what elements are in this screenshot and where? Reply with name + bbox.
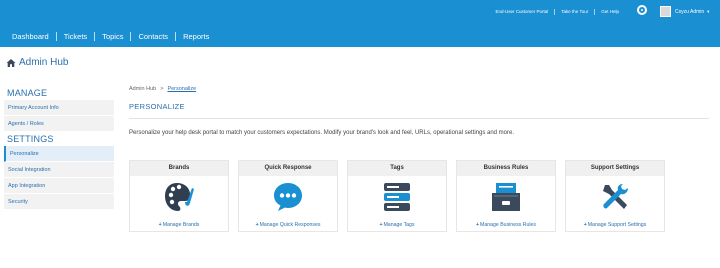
card-title: Tags — [348, 161, 446, 176]
manage-support-settings-link[interactable]: +Manage Support Settings — [566, 218, 664, 233]
get-help-link[interactable]: Get Help — [595, 9, 625, 15]
avatar — [660, 6, 671, 17]
nav-topics[interactable]: Topics — [95, 32, 132, 41]
breadcrumb: Admin Hub > Personalize — [129, 86, 709, 92]
tags-stack-icon[interactable] — [382, 181, 412, 213]
main-content: Admin Hub > Personalize PERSONALIZE Pers… — [129, 86, 709, 136]
nav-reports[interactable]: Reports — [176, 32, 216, 41]
sidebar-item-security[interactable]: Security — [4, 194, 114, 210]
card-tags: Tags +Manage Tags — [347, 160, 447, 232]
card-business-rules: Business Rules +Manage Business Rules — [456, 160, 556, 232]
sidebar-item-app-integration[interactable]: App Integration — [4, 178, 114, 194]
card-quick-response: Quick Response +Manage Quick Responses — [238, 160, 338, 232]
palette-icon[interactable] — [163, 180, 195, 214]
manage-brands-link[interactable]: +Manage Brands — [130, 218, 228, 233]
user-menu[interactable]: Csyzu Admin ▼ — [660, 6, 710, 17]
card-support-settings: Support Settings +Manage Support Setting… — [565, 160, 665, 232]
take-tour-link[interactable]: Take the Tour — [555, 9, 596, 15]
breadcrumb-current[interactable]: Personalize — [167, 86, 196, 92]
utility-links: End-User Customer Portal Take the Tour G… — [490, 6, 625, 18]
end-user-portal-link[interactable]: End-User Customer Portal — [490, 9, 556, 15]
file-cabinet-icon[interactable] — [490, 181, 522, 213]
page-title: PERSONALIZE — [129, 102, 185, 111]
nav-dashboard[interactable]: Dashboard — [6, 32, 57, 41]
sidebar-item-primary-account-info[interactable]: Primary Account Info — [4, 100, 114, 116]
manage-quick-responses-link[interactable]: +Manage Quick Responses — [239, 218, 337, 233]
settings-heading: SETTINGS — [7, 134, 54, 144]
sidebar-item-agents-roles[interactable]: Agents / Roles — [4, 116, 114, 132]
main-nav: Dashboard Tickets Topics Contacts Report… — [6, 32, 216, 41]
nav-contacts[interactable]: Contacts — [131, 32, 177, 41]
user-name: Csyzu Admin — [675, 8, 705, 15]
sidebar-item-social-integration[interactable]: Social Integration — [4, 162, 114, 178]
home-icon — [6, 58, 16, 67]
hub-title: Admin Hub — [6, 57, 68, 68]
hub-title-text: Admin Hub — [19, 57, 69, 68]
divider — [129, 118, 709, 119]
manage-heading: MANAGE — [7, 88, 48, 98]
nav-tickets[interactable]: Tickets — [57, 32, 96, 41]
card-title: Brands — [130, 161, 228, 176]
page-description: Personalize your help desk portal to mat… — [129, 130, 515, 136]
chat-bubble-icon[interactable] — [272, 181, 304, 213]
tools-icon[interactable] — [599, 181, 631, 213]
chevron-down-icon: ▼ — [706, 9, 711, 14]
sidebar: MANAGE Primary Account Info Agents / Rol… — [4, 86, 114, 210]
card-brands: Brands +Manage Brands — [129, 160, 229, 232]
personalize-cards: Brands +Manage Brands Quick Response +Ma… — [129, 160, 665, 232]
card-title: Quick Response — [239, 161, 337, 176]
card-title: Support Settings — [566, 161, 664, 176]
breadcrumb-root[interactable]: Admin Hub — [129, 86, 156, 92]
manage-business-rules-link[interactable]: +Manage Business Rules — [457, 218, 555, 233]
manage-tags-link[interactable]: +Manage Tags — [348, 218, 446, 233]
card-title: Business Rules — [457, 161, 555, 176]
top-navigation-bar: End-User Customer Portal Take the Tour G… — [0, 0, 720, 47]
settings-gear-icon[interactable] — [637, 5, 647, 15]
breadcrumb-separator: > — [160, 86, 164, 92]
sidebar-item-personalize[interactable]: Personalize — [4, 146, 114, 162]
